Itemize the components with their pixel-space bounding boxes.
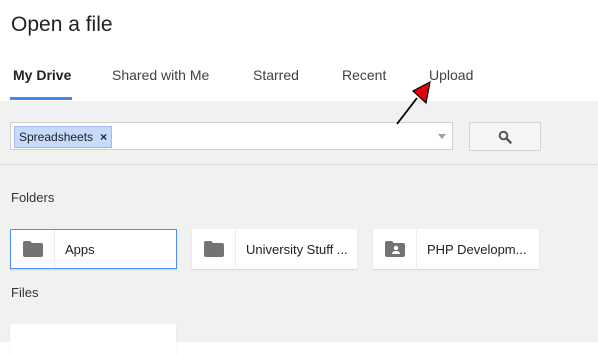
folder-icon: [192, 230, 236, 268]
dialog-title: Open a file: [11, 13, 113, 36]
tab-recent[interactable]: Recent: [342, 62, 386, 101]
file-browser: Spreadsheets × Folders Apps University S: [0, 101, 598, 342]
search-input[interactable]: Spreadsheets ×: [10, 122, 453, 150]
tab-starred[interactable]: Starred: [253, 62, 299, 101]
filter-chip-label: Spreadsheets: [19, 130, 94, 144]
tab-bar: My Drive Shared with Me Starred Recent U…: [0, 62, 598, 101]
folder-name: PHP Developm...: [427, 241, 527, 257]
folder-university-stuff[interactable]: University Stuff ...: [192, 229, 357, 269]
active-tab-indicator: [10, 97, 72, 100]
filter-chip: Spreadsheets ×: [14, 126, 113, 148]
folder-php-development[interactable]: PHP Developm...: [373, 229, 539, 269]
chip-remove-icon[interactable]: ×: [100, 130, 107, 144]
tab-upload[interactable]: Upload: [429, 62, 473, 101]
tab-shared-with-me[interactable]: Shared with Me: [112, 62, 209, 101]
search-icon: [498, 130, 512, 144]
dialog-header: Open a file My Drive Shared with Me Star…: [0, 0, 598, 101]
search-row: Spreadsheets ×: [0, 101, 598, 165]
search-button[interactable]: [469, 122, 541, 151]
dropdown-caret-icon[interactable]: [438, 134, 446, 139]
folder-name: University Stuff ...: [246, 241, 348, 257]
files-heading: Files: [11, 285, 39, 300]
folder-apps[interactable]: Apps: [10, 229, 177, 269]
file-item[interactable]: [10, 324, 176, 354]
shared-folder-icon: [373, 230, 417, 268]
tab-my-drive[interactable]: My Drive: [13, 62, 71, 101]
annotation-arrow-icon: [396, 80, 431, 125]
folders-heading: Folders: [11, 190, 55, 205]
folder-name: Apps: [65, 241, 95, 257]
folder-icon: [11, 230, 55, 268]
